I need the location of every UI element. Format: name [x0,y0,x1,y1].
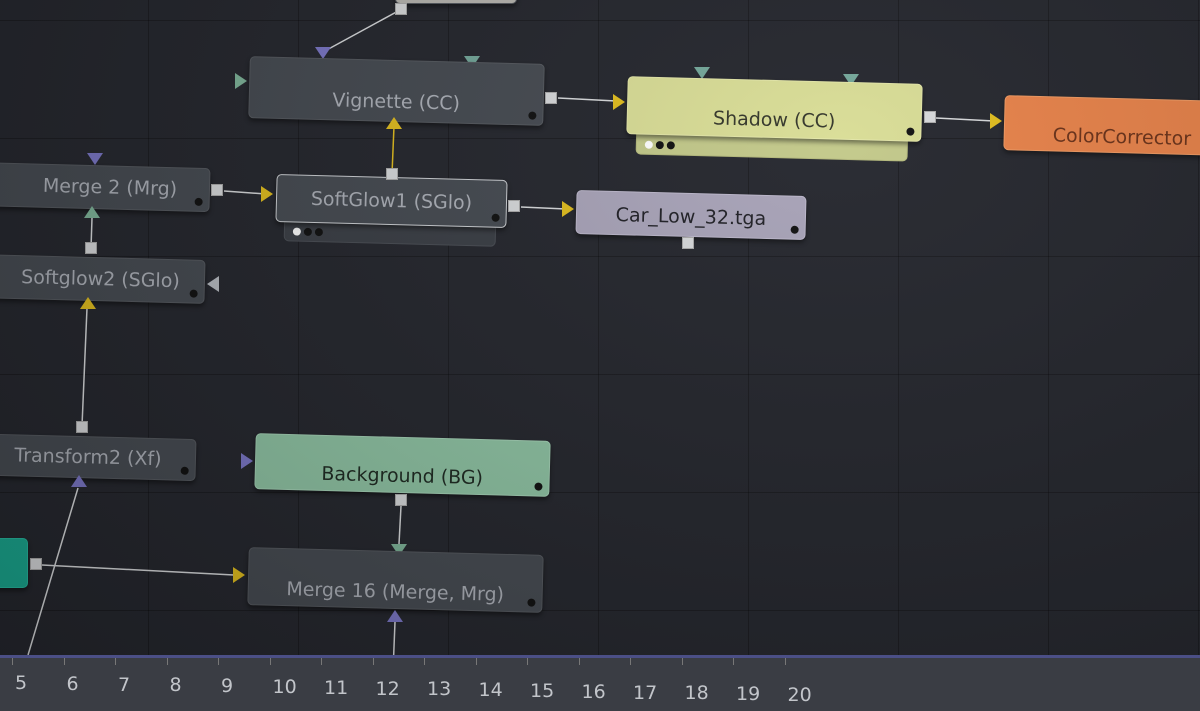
input-triangle-softglow2-bottom[interactable] [80,297,96,309]
input-triangle-merge16-left[interactable] [233,567,245,583]
timeline-tick-label: 18 [684,682,709,705]
node-status-dot [180,466,189,475]
node-vignette[interactable]: Vignette (CC) [248,56,545,126]
node-status-dot [527,598,536,607]
output-port-softglow1-top[interactable] [386,168,398,180]
input-triangle-vignette-left[interactable] [235,73,247,89]
output-port-teal[interactable] [30,558,42,570]
timeline-tick-label: 13 [427,678,452,701]
timeline-tick-mark [733,658,734,665]
wire-transform2-to-softglow2 [81,307,88,427]
input-triangle-merge2[interactable] [87,153,103,165]
input-triangle-softglow1[interactable] [261,186,273,202]
timeline-tick-label: 16 [581,680,606,703]
timeline-tick-label: 17 [633,681,658,704]
timeline-tick-mark [681,658,683,665]
timeline-tick-label: 7 [118,673,131,696]
timeline-tick-mark [12,658,13,665]
input-triangle-carlow[interactable] [562,201,574,217]
node-transform2[interactable]: Transform2 (Xf) [0,432,197,482]
node-status-dot [534,482,543,491]
input-triangle-background[interactable] [241,453,253,469]
node-status-dot [491,213,500,222]
output-port-softglow2-top[interactable] [85,242,97,254]
wire-merge2-to-softglow1 [223,190,267,195]
output-port-vignette[interactable] [545,92,557,104]
timeline-tick-label: 8 [169,674,182,697]
input-triangle-colorcorrector[interactable] [990,113,1002,129]
node-mode-dots [644,140,675,150]
timeline-tick-label: 5 [15,672,28,694]
timeline-ruler[interactable]: 5 6 7 8 9 10 11 12 13 14 15 16 17 18 19 20 [0,655,1200,711]
timeline-tick-label: 20 [787,684,812,706]
output-port-carlow[interactable] [682,237,694,249]
node-background[interactable]: Background (BG) [254,433,551,497]
input-triangle-softglow2-right[interactable] [207,276,219,292]
input-triangle-vignette-bottom[interactable] [386,117,402,129]
timeline-tick-label: 11 [324,676,349,699]
timeline-tick-label: 6 [66,672,79,695]
wire-background-to-merge16 [398,505,402,545]
node-merge2[interactable]: Merge 2 (Mrg) [0,161,211,213]
input-triangle-merge2-bottom[interactable] [84,206,100,218]
input-triangle-shadow-left[interactable] [613,94,625,110]
timeline-tick-mark [218,658,219,665]
flow-view-canvas[interactable]: Vignette (CC) Shadow (CC) ColorCorrector… [0,0,1200,711]
node-status-dot [790,225,799,234]
timeline-tick-label: 9 [221,675,234,698]
timeline-tick-mark [578,658,580,665]
timeline-tick-mark [166,658,168,665]
timeline-tick-mark [321,658,322,665]
timeline-tick-label: 10 [272,676,297,698]
timeline-tick-mark [424,658,425,665]
timeline-tick-mark [372,658,374,665]
node-status-dot [189,289,198,298]
wire-top-to-vignette [322,9,401,53]
timeline-tick-mark [269,658,271,665]
timeline-tick-mark [527,658,528,665]
timeline-tick-mark [63,658,65,665]
timeline-tick-mark [115,658,116,665]
node-status-dot [906,127,915,136]
input-triangle-merge16-bottom[interactable] [387,610,403,622]
output-port-softglow1[interactable] [508,200,520,212]
node-status-dot [194,197,203,206]
wire-shadow-to-colorcorrector [935,117,995,122]
node-teal-partial[interactable] [0,538,28,588]
timeline-tick-label: 19 [736,683,761,706]
wire-lower-to-transform2 [27,487,79,656]
node-top-partial[interactable] [395,0,517,4]
timeline-tick-label: 14 [478,679,503,702]
timeline-tick-mark [784,658,786,665]
output-port-transform2[interactable] [76,421,88,433]
timeline-tick-mark [475,658,477,665]
output-port-top-partial[interactable] [395,3,407,15]
output-port-shadow[interactable] [924,111,936,123]
node-softglow2[interactable]: Softglow2 (SGlo) [0,254,206,304]
timeline-tick-label: 12 [375,677,400,700]
timeline-tick-label: 15 [530,680,555,702]
wire-softglow1-to-carlow [520,206,567,210]
wire-teal-to-merge16 [41,564,235,576]
wire-softglow1-to-vignette [391,125,395,175]
output-port-background[interactable] [395,494,407,506]
node-status-dot [528,111,537,120]
timeline-tick-mark [630,658,631,665]
node-mode-dots [292,227,323,237]
output-port-merge2[interactable] [211,184,223,196]
node-colorcorrector[interactable]: ColorCorrector [1003,95,1200,156]
node-car-low[interactable]: Car_Low_32.tga [575,189,807,241]
node-softglow1[interactable]: SoftGlow1 (SGlo) [275,173,508,229]
node-shadow[interactable]: Shadow (CC) [626,76,923,142]
wire-vignette-to-shadow [557,97,617,102]
input-triangle-transform2[interactable] [71,475,87,487]
node-merge16[interactable]: Merge 16 (Merge, Mrg) [247,547,544,613]
